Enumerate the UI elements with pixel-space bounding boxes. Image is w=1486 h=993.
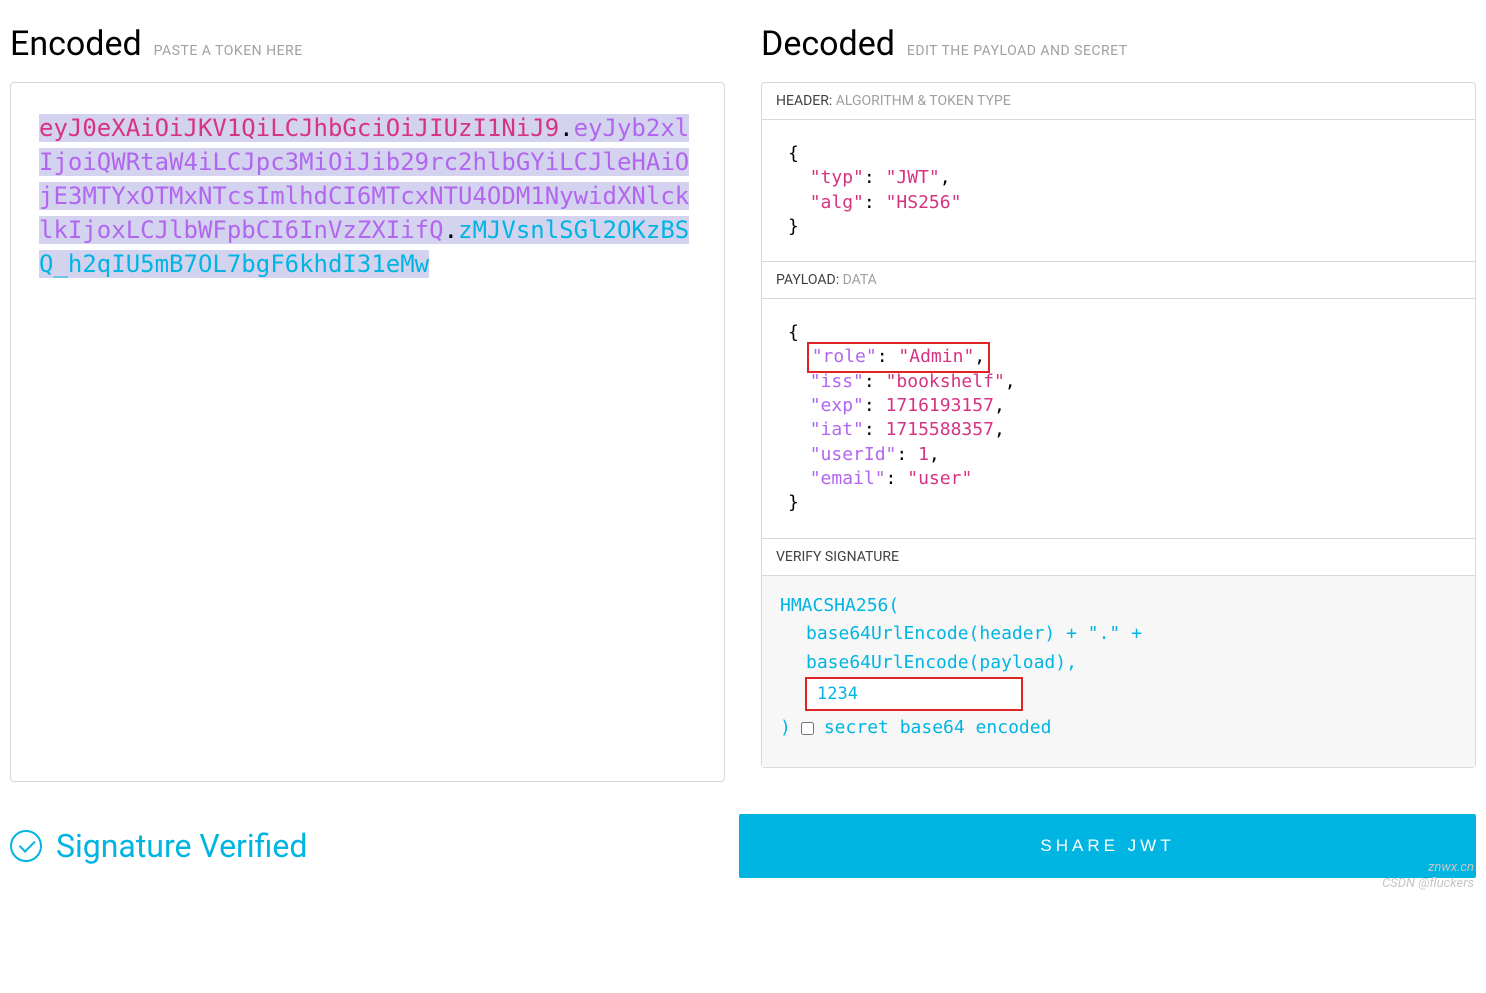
decoded-title: Decoded EDIT THE PAYLOAD AND SECRET [761,24,1476,64]
header-json-editor[interactable]: { "typ": "JWT", "alg": "HS256" } [762,120,1475,262]
verify-signature-block: HMACSHA256( base64UrlEncode(header) + ".… [762,576,1475,767]
header-section-label: HEADER: [776,93,832,109]
encoded-token-input[interactable]: eyJ0eXAiOiJKV1QiLCJhbGciOiJIUzI1NiJ9.eyJ… [10,82,725,782]
secret-base64-checkbox[interactable] [801,722,814,735]
payload-section-sub: DATA [843,272,877,288]
watermark: znwx.cn CSDN @fluckers [1382,860,1474,891]
role-highlight: "role": "Admin", [810,345,987,369]
sig-line1: base64UrlEncode(header) + "." + [780,620,1457,649]
encoded-hint: PASTE A TOKEN HERE [154,43,303,59]
share-jwt-button[interactable]: SHARE JWT [739,814,1476,878]
sig-close: ) [780,714,791,743]
payload-json-editor[interactable]: { "role": "Admin", "iss": "bookshelf", "… [762,299,1475,538]
verified-text: Signature Verified [56,827,307,865]
secret-base64-label: secret base64 encoded [824,714,1052,743]
decoded-title-text: Decoded [761,24,895,64]
decoded-panel: HEADER: ALGORITHM & TOKEN TYPE { "typ": … [761,82,1476,768]
payload-section-bar: PAYLOAD: DATA [762,262,1475,299]
check-circle-icon [10,830,42,862]
sig-line2: base64UrlEncode(payload), [780,649,1457,678]
signature-verified-status: Signature Verified [10,827,703,865]
verify-section-bar: VERIFY SIGNATURE [762,539,1475,576]
header-section-sub: ALGORITHM & TOKEN TYPE [836,93,1011,109]
header-section-bar: HEADER: ALGORITHM & TOKEN TYPE [762,83,1475,120]
token-header-segment: eyJ0eXAiOiJKV1QiLCJhbGciOiJIUzI1NiJ9 [39,114,559,142]
payload-section-label: PAYLOAD: [776,272,839,288]
secret-input[interactable] [806,678,1022,710]
encoded-title: Encoded PASTE A TOKEN HERE [10,24,725,64]
sig-fn: HMACSHA256( [780,592,1457,621]
verify-section-label: VERIFY SIGNATURE [776,549,899,565]
decoded-hint: EDIT THE PAYLOAD AND SECRET [907,43,1128,59]
encoded-title-text: Encoded [10,24,142,64]
